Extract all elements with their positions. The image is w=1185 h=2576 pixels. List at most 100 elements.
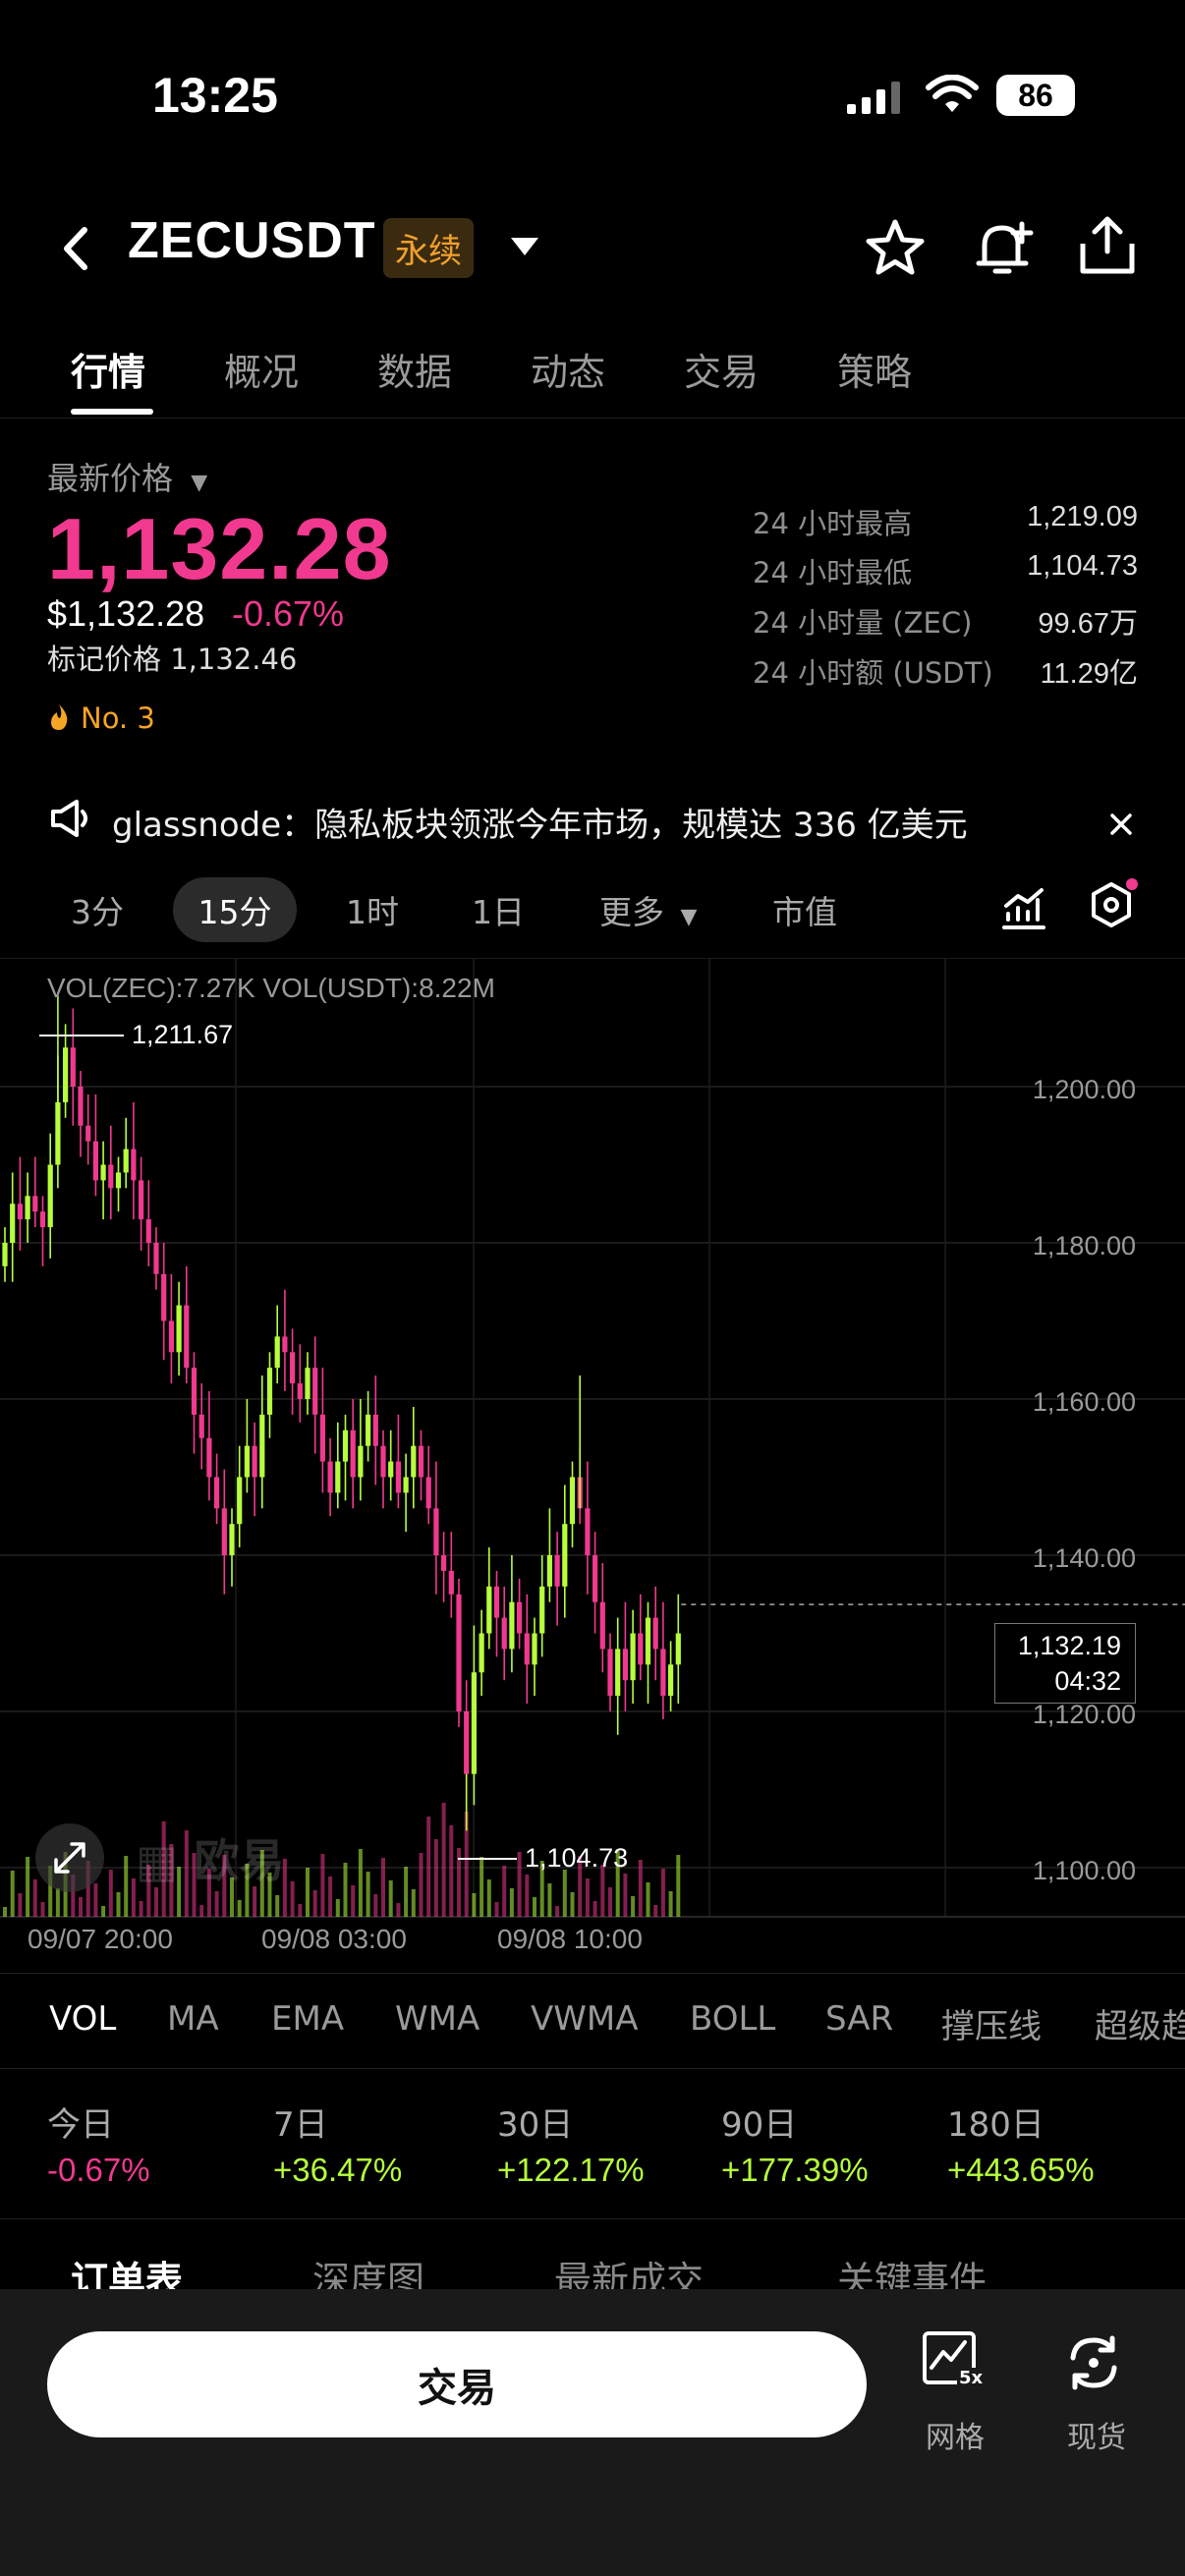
- candle-body: [358, 1445, 364, 1478]
- stat-24h-low: 24 小时最低 1,104.73: [753, 550, 1138, 591]
- rank-badge[interactable]: No. 3: [47, 701, 155, 739]
- tab-strategy[interactable]: 策略: [837, 342, 912, 396]
- mark-price-row: 标记价格 1,132.46: [47, 637, 297, 678]
- volume-bar: [623, 1874, 628, 1917]
- fullscreen-button[interactable]: [35, 1823, 104, 1892]
- candlestick-chart[interactable]: [0, 959, 1185, 1976]
- indicator-boll[interactable]: BOLL: [690, 1999, 775, 2039]
- candle-body: [615, 1649, 621, 1697]
- candlestick-chart-area[interactable]: [0, 958, 1185, 1976]
- chart-settings-icon[interactable]: [1085, 876, 1142, 935]
- volume-bar: [533, 1897, 536, 1917]
- indicator-chart-icon[interactable]: [1000, 884, 1047, 931]
- indicator-wma[interactable]: WMA: [395, 1999, 480, 2039]
- spot-swap-icon[interactable]: [1063, 2332, 1124, 2393]
- news-ticker-text[interactable]: glassnode：隐私板块领涨今年市场，规模达 336 亿美元: [112, 798, 968, 846]
- candle-body: [433, 1508, 439, 1555]
- stat-label: 24 小时额 (USDT): [753, 656, 993, 690]
- candle-body: [622, 1649, 628, 1681]
- perf-label: 7日: [273, 2105, 328, 2145]
- interval-3m[interactable]: 3分: [71, 886, 124, 933]
- candle-body: [388, 1461, 394, 1478]
- back-arrow-icon[interactable]: [59, 224, 92, 273]
- candle-body: [607, 1649, 613, 1697]
- mark-price-value: 1,132.46: [170, 643, 298, 676]
- stat-label: 24 小时最低: [753, 556, 913, 589]
- indicator-ma[interactable]: MA: [167, 1999, 219, 2039]
- candle-body: [237, 1477, 243, 1525]
- volume-bar: [154, 1887, 158, 1917]
- tab-data[interactable]: 数据: [377, 342, 452, 396]
- candle-body: [350, 1429, 356, 1478]
- interval-market-cap[interactable]: 市值: [772, 886, 837, 933]
- volume-bar: [525, 1875, 530, 1917]
- volume-bar: [335, 1899, 340, 1917]
- candle-body: [55, 1101, 61, 1165]
- rank-text: No. 3: [81, 701, 155, 735]
- candle-body: [464, 1711, 470, 1774]
- volume-bar: [366, 1872, 370, 1917]
- volume-bar: [328, 1876, 333, 1917]
- volume-bar: [320, 1854, 325, 1917]
- candle-body: [184, 1305, 190, 1369]
- volume-bar: [306, 1868, 310, 1917]
- indicator-support-resistance[interactable]: 撑压线: [941, 1999, 1042, 2047]
- candle-body: [342, 1429, 349, 1462]
- candle-body: [366, 1414, 371, 1446]
- interval-15m[interactable]: 15分: [173, 877, 297, 942]
- interval-1h[interactable]: 1时: [346, 886, 399, 933]
- share-icon[interactable]: [1077, 214, 1138, 277]
- high-price-marker: 1,211.67: [39, 1020, 233, 1050]
- stat-label: 24 小时最高: [753, 507, 913, 540]
- caret-down-icon: ▼: [191, 471, 208, 495]
- battery-indicator: 86: [996, 75, 1075, 116]
- section-divider: [0, 2218, 1185, 2219]
- price-alert-bell-icon[interactable]: [973, 216, 1038, 281]
- high-marker-label: 1,211.67: [132, 1020, 234, 1049]
- volume-bar: [608, 1887, 612, 1917]
- pair-dropdown-icon[interactable]: [509, 236, 540, 257]
- tab-news[interactable]: 动态: [531, 342, 605, 396]
- change-percent: -0.67%: [232, 593, 345, 634]
- y-tick: 1,140.00: [1032, 1543, 1136, 1573]
- tab-overview[interactable]: 概况: [224, 342, 299, 396]
- indicator-ema[interactable]: EMA: [271, 1999, 344, 2039]
- trading-pair-title[interactable]: ZECUSDT: [128, 211, 376, 270]
- star-favorite-icon[interactable]: [865, 218, 926, 279]
- tab-trade[interactable]: 交易: [684, 342, 759, 396]
- volume-bar: [18, 1893, 23, 1917]
- close-icon[interactable]: [1108, 812, 1134, 837]
- indicator-supertrend[interactable]: 超级趋势: [1095, 1999, 1185, 2047]
- candle-body: [327, 1461, 333, 1493]
- candle-body: [532, 1633, 537, 1665]
- megaphone-icon: [51, 800, 87, 837]
- interval-1d[interactable]: 1日: [472, 886, 525, 933]
- candle-body: [191, 1368, 198, 1415]
- trade-button[interactable]: 交易: [47, 2331, 867, 2437]
- grid-trading-button[interactable]: 5x: [922, 2330, 990, 2393]
- candle-body: [524, 1633, 530, 1665]
- indicator-vwma[interactable]: VWMA: [531, 1999, 638, 2039]
- volume-bar: [638, 1860, 643, 1917]
- indicator-vol[interactable]: VOL: [49, 1999, 116, 2039]
- grid-label[interactable]: 网格: [926, 2413, 985, 2456]
- perf-label: 180日: [947, 2105, 1044, 2145]
- candle-body: [569, 1477, 576, 1525]
- x-tick: 09/08 03:00: [261, 1924, 407, 1954]
- indicator-sar[interactable]: SAR: [825, 1999, 893, 2039]
- volume-bar: [419, 1853, 423, 1917]
- candle-body: [198, 1414, 204, 1438]
- tab-market[interactable]: 行情: [71, 342, 145, 396]
- perf-value: +122.17%: [497, 2152, 645, 2188]
- interval-more-label: 更多: [599, 893, 664, 931]
- candle-body: [145, 1219, 151, 1243]
- candle-body: [32, 1196, 38, 1212]
- latest-price-selector[interactable]: 最新价格 ▼: [47, 454, 207, 499]
- spot-label[interactable]: 现货: [1067, 2413, 1126, 2456]
- candle-body: [448, 1570, 454, 1595]
- candle-body: [592, 1555, 598, 1602]
- interval-more[interactable]: 更多 ▼: [599, 886, 697, 933]
- volume-bar: [555, 1906, 560, 1917]
- candle-body: [139, 1180, 144, 1220]
- volume-bar: [562, 1870, 567, 1917]
